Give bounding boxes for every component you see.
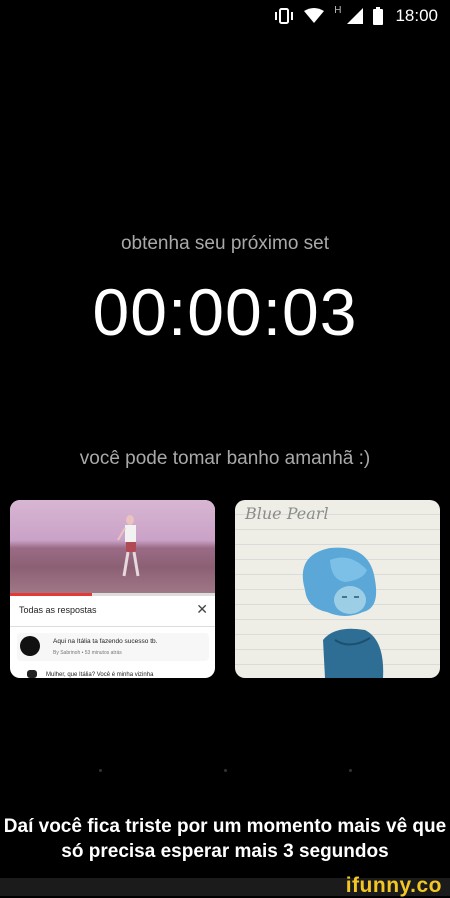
shower-subtitle: você pode tomar banho amanhã :) [79, 448, 371, 469]
status-bar: H 18:00 [0, 0, 450, 32]
countdown-timer: 00:00:03 [92, 275, 358, 349]
ifunny-watermark: ifunny.co [345, 874, 442, 897]
comment-text: Aqui na Itália ta fazendo sucesso tb. [53, 638, 158, 645]
blue-pearl-drawing [302, 547, 384, 678]
photo [10, 500, 215, 596]
page-dot [349, 769, 352, 772]
comments-screenshot-card: Todas as respostas ✕ Aqui na Itália ta f… [10, 500, 215, 678]
comment-meta: By Sabrinoh • 53 minutos atrás [53, 650, 122, 656]
battery-icon [373, 7, 384, 25]
wifi-icon [304, 8, 325, 24]
meme-caption: Daí você fica triste por um momento mais… [3, 816, 447, 862]
second-comment-text: Mulher, que Itália? Você é minha vizinha [46, 672, 154, 678]
clock: 18:00 [395, 6, 438, 25]
watermark-bar: ifunny.co [0, 874, 450, 897]
signal-icon [347, 8, 364, 24]
network-type-label: H [334, 4, 342, 16]
page-dot [224, 769, 227, 772]
comment-item: Aqui na Itália ta fazendo sucesso tb. By… [17, 633, 209, 661]
page-dot [99, 769, 102, 772]
reply-icon [27, 670, 37, 678]
comments-title: Todas as respostas [19, 605, 97, 615]
comments-header: Todas as respostas ✕ [10, 596, 215, 627]
drawing-card: Blue Pearl [235, 500, 440, 678]
status-icons: H 18:00 [274, 4, 438, 26]
avatar [20, 636, 40, 656]
vibrate-icon [274, 8, 294, 24]
next-set-prompt: obtenha seu próximo set [120, 233, 330, 254]
person-figure-image [117, 515, 140, 577]
close-icon: ✕ [196, 601, 208, 617]
